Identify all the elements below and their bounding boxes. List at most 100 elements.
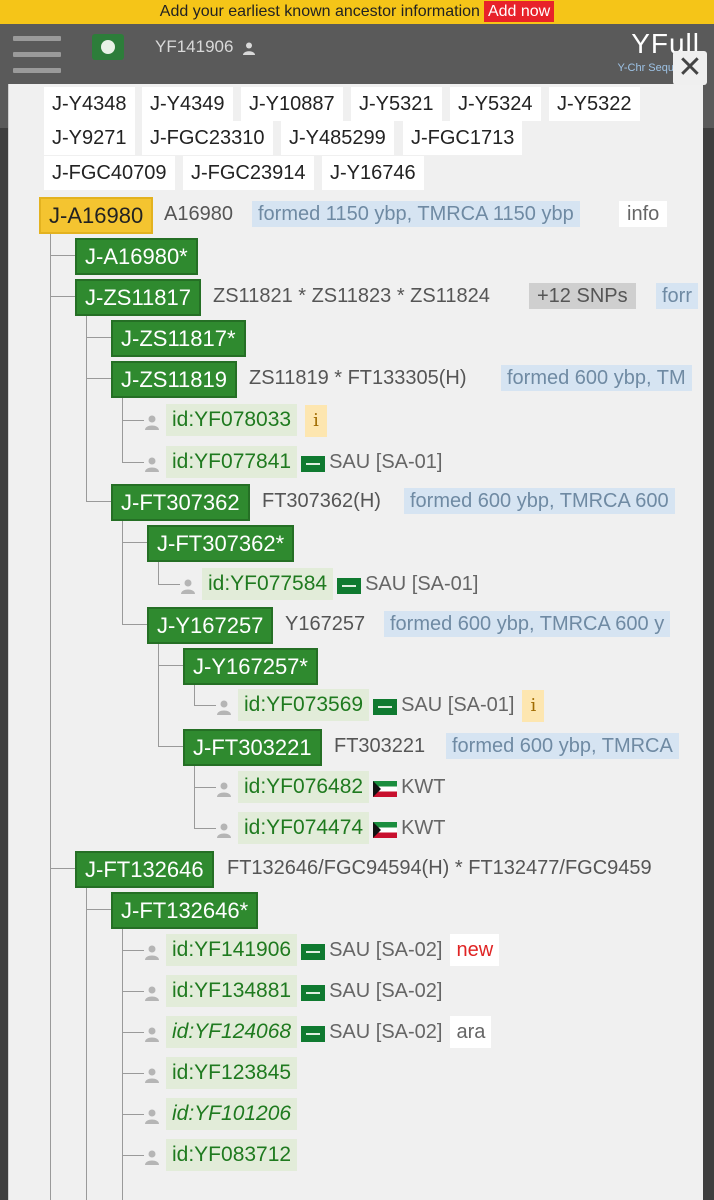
kit-id[interactable]: id:YF134881 bbox=[166, 975, 298, 1007]
kit-id[interactable]: id:YF074474 bbox=[238, 812, 370, 844]
snp-chip[interactable]: J-Y485299 bbox=[281, 121, 394, 155]
kit-row[interactable]: id:YF123845 bbox=[144, 1057, 298, 1089]
tree-line bbox=[122, 420, 144, 421]
kit-id[interactable]: id:YF076482 bbox=[238, 771, 370, 803]
kit-id[interactable]: id:YF077841 bbox=[166, 446, 298, 478]
tree-line bbox=[122, 1114, 144, 1115]
hamburger-icon[interactable] bbox=[13, 36, 61, 74]
snp-chip[interactable]: J-Y5321 bbox=[351, 87, 442, 121]
snp-list: FT303221 bbox=[334, 735, 426, 757]
user-account[interactable]: YF141906 bbox=[155, 37, 256, 57]
snp-chip[interactable]: J-Y5324 bbox=[450, 87, 541, 121]
kit-id[interactable]: id:YF077584 bbox=[202, 568, 334, 600]
info-button[interactable]: info bbox=[619, 201, 668, 227]
haplogroup-node[interactable]: J-A16980* bbox=[75, 238, 198, 275]
formed-info: formed 600 ybp, TMRCA 600 y bbox=[384, 611, 671, 637]
country-code: KWT bbox=[401, 776, 446, 798]
kit-row[interactable]: id:YF101206 bbox=[144, 1098, 298, 1130]
haplogroup-node[interactable]: J-Y167257 bbox=[147, 607, 274, 644]
tree-line bbox=[122, 542, 147, 543]
kit-id[interactable]: id:YF078033 bbox=[166, 404, 298, 436]
snp-chip[interactable]: J-FGC23914 bbox=[183, 156, 314, 190]
snp-chip[interactable]: J-Y9271 bbox=[44, 121, 135, 155]
haplogroup-node[interactable]: J-Y167257* bbox=[183, 648, 318, 685]
haplogroup-node[interactable]: J-FT303221 bbox=[183, 729, 322, 766]
tree-line bbox=[122, 1073, 144, 1074]
tree-line bbox=[122, 991, 144, 992]
tree-line bbox=[122, 1155, 144, 1156]
haplogroup-node[interactable]: J-ZS11817* bbox=[111, 320, 246, 357]
snp-list: ZS11821 * ZS11823 * ZS11824 bbox=[213, 285, 490, 307]
tree-line bbox=[50, 296, 75, 297]
kit-row[interactable]: id:YF073569 SAU [SA-01] i bbox=[216, 689, 545, 722]
snp-chip[interactable]: J-FGC40709 bbox=[44, 156, 175, 190]
snp-chip[interactable]: J-Y10887 bbox=[241, 87, 343, 121]
tree-line bbox=[50, 255, 75, 256]
country-code: SAU [SA-01] bbox=[401, 694, 515, 716]
info-badge[interactable]: i bbox=[522, 690, 545, 722]
kit-row[interactable]: id:YF124068 SAU [SA-02] ara bbox=[144, 1016, 492, 1048]
haplogroup-node-root[interactable]: J-A16980 bbox=[39, 197, 154, 234]
banner-text: Add your earliest known ancestor informa… bbox=[159, 3, 480, 20]
tree-line bbox=[86, 378, 111, 379]
snp-chip[interactable]: J-FGC23310 bbox=[142, 121, 273, 155]
add-now-link[interactable]: Add now bbox=[483, 1, 555, 22]
kit-id[interactable]: id:YF123845 bbox=[166, 1057, 298, 1089]
kit-id[interactable]: id:YF141906 bbox=[166, 934, 298, 966]
kit-row[interactable]: id:YF077841 SAU [SA-01] bbox=[144, 446, 442, 478]
tree-line bbox=[122, 517, 123, 624]
kit-id[interactable]: id:YF124068 bbox=[166, 1016, 298, 1048]
person-icon bbox=[145, 1109, 159, 1124]
tree-line bbox=[194, 762, 195, 828]
snp-chip[interactable]: J-Y4349 bbox=[142, 87, 233, 121]
kit-row[interactable]: id:YF083712 bbox=[144, 1139, 298, 1171]
country-code: SAU [SA-02] bbox=[329, 939, 443, 961]
haplogroup-node[interactable]: J-FT307362* bbox=[147, 525, 295, 562]
kit-row[interactable]: id:YF076482 KWT bbox=[216, 771, 446, 803]
haplogroup-node[interactable]: J-ZS11817 bbox=[75, 279, 201, 316]
country-code: KWT bbox=[401, 817, 446, 839]
kit-id[interactable]: id:YF101206 bbox=[166, 1098, 298, 1130]
tree-line bbox=[50, 230, 51, 1200]
haplogroup-node[interactable]: J-FT132646 bbox=[75, 851, 214, 888]
formed-info: forr bbox=[656, 283, 698, 309]
snp-list: ZS11819 * FT133305(H) bbox=[249, 367, 467, 389]
tree-line bbox=[194, 787, 216, 788]
haplogroup-node[interactable]: J-FT132646* bbox=[111, 892, 259, 929]
snp-chip[interactable]: J-Y5322 bbox=[549, 87, 640, 121]
kit-row[interactable]: id:YF077584 SAU [SA-01] bbox=[180, 568, 478, 600]
saudi-flag-icon bbox=[301, 984, 326, 1001]
kit-id[interactable]: id:YF083712 bbox=[166, 1139, 298, 1171]
kit-row[interactable]: id:YF141906 SAU [SA-02] new bbox=[144, 934, 500, 966]
person-icon bbox=[217, 823, 231, 838]
snp-chip[interactable]: J-Y4348 bbox=[44, 87, 135, 121]
snp-list: FT132646/FGC94594(H) * FT132477/FGC9459 bbox=[227, 857, 652, 879]
language-badge: ara bbox=[450, 1016, 492, 1048]
snp-chip[interactable]: J-Y16746 bbox=[322, 156, 424, 190]
country-code: SAU [SA-01] bbox=[329, 451, 443, 473]
kuwait-flag-icon bbox=[373, 821, 398, 838]
country-code: SAU [SA-02] bbox=[329, 980, 443, 1002]
person-icon bbox=[217, 782, 231, 797]
kit-row[interactable]: id:YF134881 SAU [SA-02] bbox=[144, 975, 442, 1007]
site-logo[interactable] bbox=[92, 34, 124, 60]
formed-info: formed 600 ybp, TM bbox=[501, 365, 692, 391]
kit-row[interactable]: id:YF074474 KWT bbox=[216, 812, 446, 844]
kit-id[interactable]: id:YF073569 bbox=[238, 689, 370, 721]
saudi-flag-icon bbox=[301, 943, 326, 960]
tree-line bbox=[194, 828, 216, 829]
snp-list: Y167257 bbox=[285, 613, 366, 635]
haplogroup-node[interactable]: J-FT307362 bbox=[111, 484, 250, 521]
saudi-flag-icon bbox=[373, 698, 398, 715]
more-snps-button[interactable]: +12 SNPs bbox=[529, 283, 636, 309]
snp-chip[interactable]: J-FGC1713 bbox=[403, 121, 523, 155]
tree-panel[interactable]: J-Y4348 J-Y4349 J-Y10887 J-Y5321 J-Y5324… bbox=[8, 84, 703, 1200]
close-icon[interactable]: ✕ bbox=[673, 51, 707, 85]
haplogroup-node[interactable]: J-ZS11819 bbox=[111, 361, 237, 398]
country-code: SAU [SA-02] bbox=[329, 1021, 443, 1043]
kit-row[interactable]: id:YF078033 i bbox=[144, 404, 327, 437]
tree-line bbox=[86, 501, 111, 502]
country-code: SAU [SA-01] bbox=[365, 573, 479, 595]
tree-line bbox=[122, 1032, 144, 1033]
info-badge[interactable]: i bbox=[305, 405, 327, 437]
